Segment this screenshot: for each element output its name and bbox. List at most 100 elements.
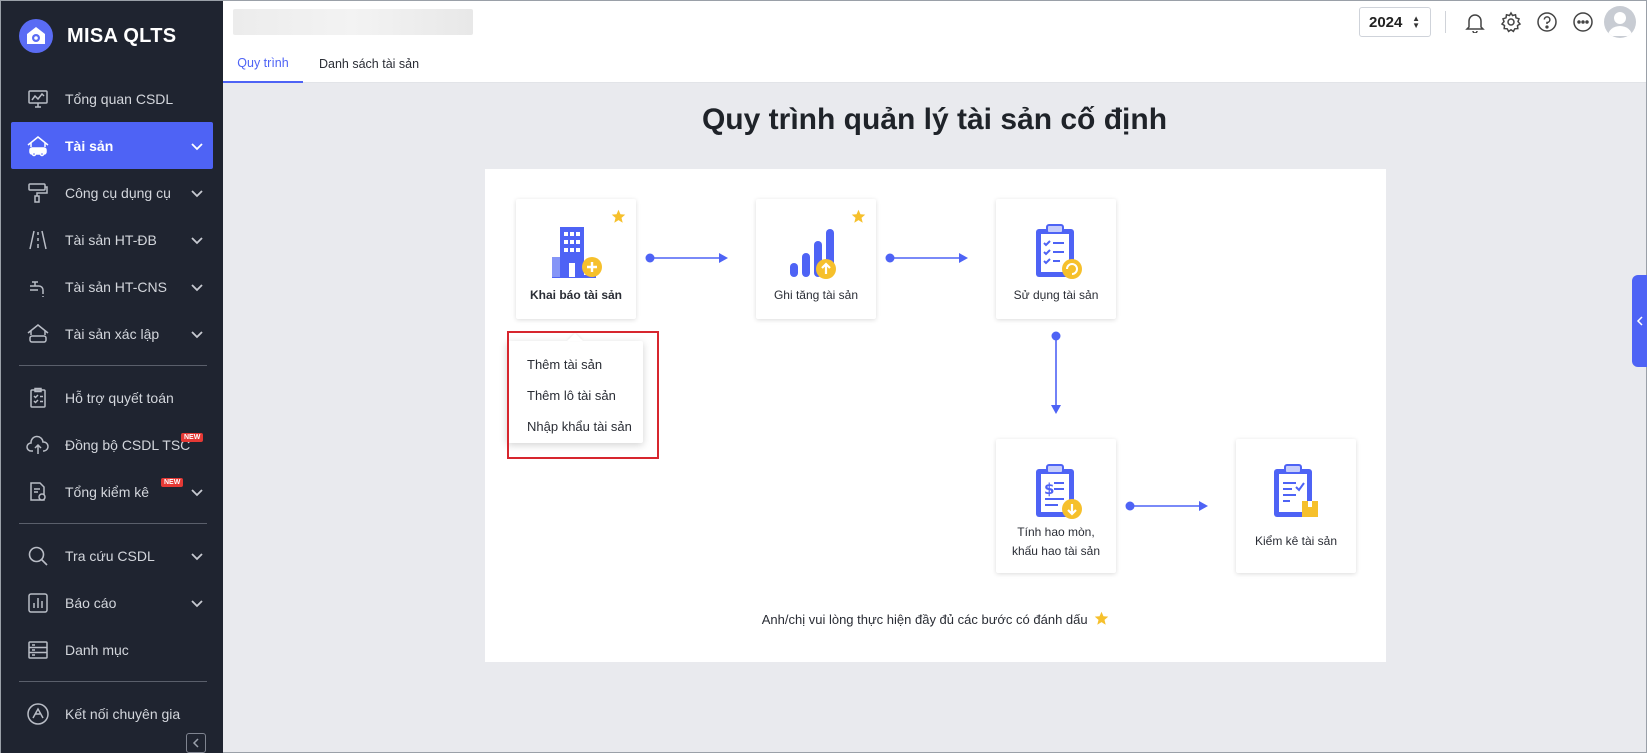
sidebar-item-quyet-toan[interactable]: Hỗ trợ quyết toán: [1, 374, 223, 421]
expert-connect-icon: [25, 701, 51, 727]
chevron-down-icon[interactable]: [191, 595, 203, 611]
menu-item-nhap-khau-tai-san[interactable]: Nhập khẩu tài sản: [507, 411, 643, 442]
menu-item-them-tai-san[interactable]: Thêm tài sản: [507, 349, 643, 380]
hint-label: Anh/chị vui lòng thực hiện đầy đủ các bư…: [761, 612, 1088, 627]
hint-text: Anh/chị vui lòng thực hiện đầy đủ các bư…: [485, 611, 1386, 627]
tab-bar: Quy trình Danh sách tài sản: [223, 45, 435, 83]
sidebar-item-label: Tổng kiểm kê: [65, 483, 150, 500]
sidebar-item-label: Tài sản: [65, 137, 114, 154]
chevron-left-icon: [192, 738, 199, 748]
bar-chart-icon: [25, 590, 51, 616]
sidebar-item-label: Tổng quan CSDL: [65, 90, 174, 107]
star-icon: [1094, 611, 1109, 625]
star-icon: [611, 209, 626, 229]
step-su-dung-tai-san[interactable]: Sử dụng tài sản: [996, 199, 1116, 319]
house-car-outline-icon: [25, 321, 51, 347]
spinner-icon[interactable]: ▲ ▼: [1412, 15, 1420, 30]
step-label: Sử dụng tài sản: [1013, 288, 1099, 302]
step-label: Kiểm kê tài sản: [1254, 534, 1338, 548]
collapse-sidebar-button[interactable]: [186, 733, 206, 753]
chevron-down-icon[interactable]: [191, 185, 203, 201]
sidebar-item-label: Kết nối chuyên gia: [65, 705, 181, 722]
sidebar-item-cong-cu[interactable]: Công cụ dụng cụ: [1, 169, 223, 216]
sidebar-item-label: Tra cứu CSDL: [65, 547, 155, 564]
new-badge: NEW: [161, 478, 184, 487]
sidebar-item-label: Tài sản HT-ĐB: [65, 231, 157, 248]
sidebar-item-ht-db[interactable]: Tài sản HT-ĐB: [1, 216, 223, 263]
sidebar-item-label: Hỗ trợ quyết toán: [65, 389, 174, 406]
paint-roller-icon: [25, 180, 51, 206]
chevron-down-icon[interactable]: [191, 326, 203, 342]
step-label: Tính hao mòn, khấu hao tài sản: [996, 523, 1116, 561]
menu-item-them-lo-tai-san[interactable]: Thêm lô tài sản: [507, 380, 643, 411]
server-list-icon: [25, 637, 51, 663]
clipboard-check-icon: [25, 385, 51, 411]
magnifier-icon: [25, 543, 51, 569]
sidebar-item-xac-lap[interactable]: Tài sản xác lập: [1, 310, 223, 357]
house-car-icon: [25, 133, 51, 159]
avatar[interactable]: [1604, 6, 1636, 38]
sidebar-item-label: Danh mục: [65, 641, 129, 658]
step-kiem-ke-tai-san[interactable]: Kiểm kê tài sản: [1236, 439, 1356, 573]
year-select[interactable]: 2024 ▲ ▼: [1359, 7, 1431, 37]
monitor-chart-icon: [25, 86, 51, 112]
sidebar-item-tai-san[interactable]: Tài sản: [11, 122, 213, 169]
sidebar-item-ht-cns[interactable]: Tài sản HT-CNS: [1, 263, 223, 310]
more-icon[interactable]: [1571, 10, 1595, 34]
divider: [1445, 11, 1446, 33]
chevron-left-icon: [1636, 316, 1643, 326]
gear-icon[interactable]: [1499, 10, 1523, 34]
arrow-down-icon: [1051, 331, 1061, 414]
step-label-line: khấu hao tài sản: [1011, 544, 1101, 558]
road-icon: [25, 227, 51, 253]
khai-bao-dropdown-menu: Thêm tài sản Thêm lô tài sản Nhập khẩu t…: [507, 341, 643, 443]
divider: [19, 681, 207, 682]
step-label: Khai báo tài sản: [529, 288, 623, 302]
step-khai-bao-tai-san[interactable]: Khai báo tài sản: [516, 199, 636, 319]
clipboard-box-icon: [1274, 464, 1318, 517]
sidebar-item-tong-quan[interactable]: Tổng quan CSDL: [1, 75, 223, 122]
sidebar-item-bao-cao[interactable]: Báo cáo: [1, 579, 223, 626]
clipboard-dollar-icon: $: [1036, 464, 1082, 519]
step-label-line: Tính hao mòn,: [1017, 525, 1095, 539]
brand[interactable]: MISA QLTS: [19, 19, 176, 53]
document-search-icon: [25, 479, 51, 505]
divider: [19, 523, 207, 524]
tab-quy-trinh[interactable]: Quy trình: [223, 45, 303, 83]
top-bar: Quy trình Danh sách tài sản 2024 ▲ ▼: [223, 1, 1646, 83]
chevron-down-icon[interactable]: [191, 138, 203, 154]
arrow-right-icon: [1125, 501, 1208, 511]
sidebar-item-label: Tài sản xác lập: [65, 325, 160, 342]
svg-text:$: $: [1044, 480, 1054, 498]
sidebar-item-dong-bo[interactable]: Đồng bộ CSDL TSC NEW: [1, 421, 223, 468]
tab-danh-sach-tai-san[interactable]: Danh sách tài sản: [303, 45, 435, 83]
chevron-down-icon[interactable]: [191, 232, 203, 248]
building-add-icon: [552, 227, 602, 278]
star-icon: [851, 209, 866, 229]
sidebar-item-label: Đồng bộ CSDL TSC: [65, 436, 191, 453]
step-tinh-hao-mon[interactable]: $ Tính hao mòn, khấu hao tài sản: [996, 439, 1116, 573]
bell-icon[interactable]: [1463, 10, 1487, 34]
sidebar-item-label: Báo cáo: [65, 594, 117, 611]
expand-panel-tab[interactable]: [1632, 275, 1647, 367]
chevron-down-icon[interactable]: [191, 548, 203, 564]
chevron-down-icon[interactable]: [191, 279, 203, 295]
sidebar-item-chuyen-gia[interactable]: Kết nối chuyên gia: [1, 690, 223, 737]
year-value: 2024: [1369, 13, 1403, 31]
sidebar-item-danh-muc[interactable]: Danh mục: [1, 626, 223, 673]
chevron-down-icon[interactable]: [191, 484, 203, 500]
arrow-right-icon: [885, 253, 968, 263]
help-icon[interactable]: [1535, 10, 1559, 34]
page-title: Quy trình quản lý tài sản cố định: [701, 103, 1168, 136]
sidebar-item-label: Công cụ dụng cụ: [65, 184, 171, 201]
sidebar-item-kiem-ke[interactable]: Tổng kiểm kê NEW: [1, 468, 223, 515]
step-label: Ghi tăng tài sản: [773, 288, 859, 302]
sidebar-nav: Tổng quan CSDL Tài sản Công cụ dụng cụ T…: [1, 75, 223, 737]
blurred-unit-name: [233, 9, 473, 35]
sidebar-item-tra-cuu[interactable]: Tra cứu CSDL: [1, 532, 223, 579]
sidebar: MISA QLTS Tổng quan CSDL Tài sản Công cụ…: [1, 1, 223, 753]
step-ghi-tang-tai-san[interactable]: Ghi tăng tài sản: [756, 199, 876, 319]
app-name: MISA QLTS: [67, 24, 177, 47]
divider: [19, 365, 207, 366]
sidebar-item-label: Tài sản HT-CNS: [65, 278, 167, 295]
